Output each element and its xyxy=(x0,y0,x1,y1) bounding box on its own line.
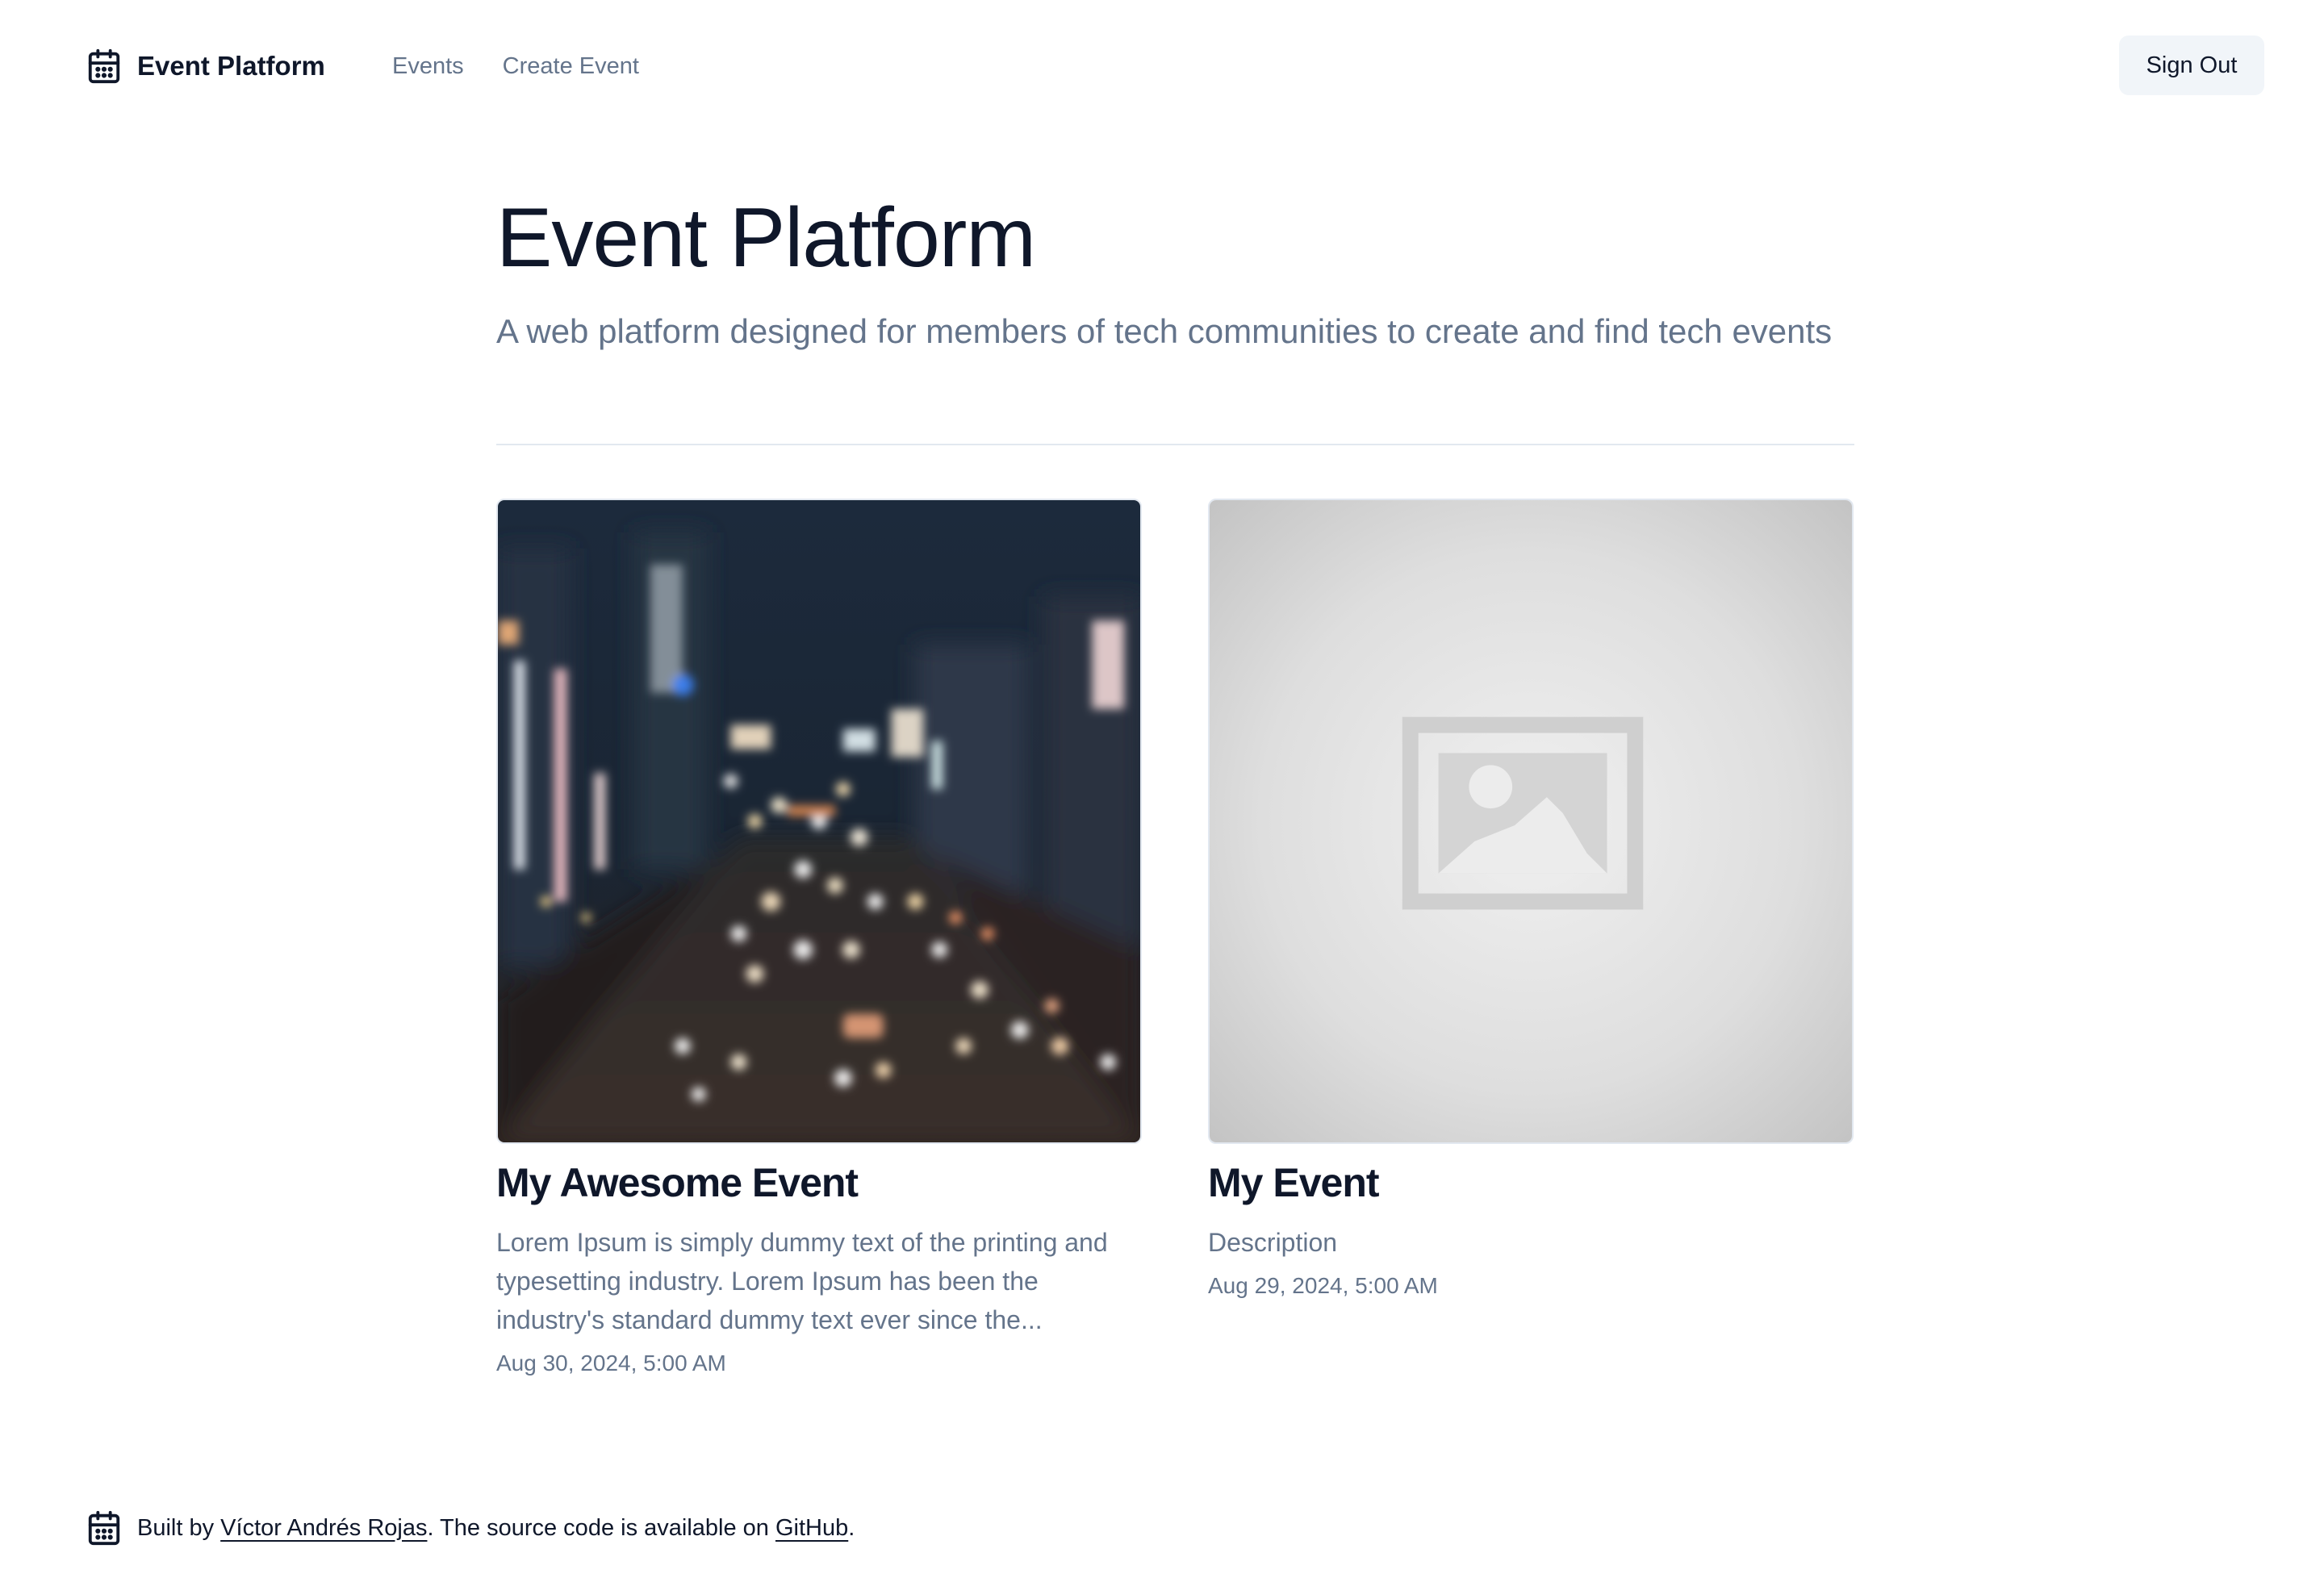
event-description: Lorem Ipsum is simply dummy text of the … xyxy=(496,1228,1108,1334)
page-title: Event Platform xyxy=(496,191,1036,285)
divider xyxy=(496,444,1854,445)
footer-text: Built by Víctor Andrés Rojas. The source… xyxy=(137,1515,855,1542)
brand-name: Event Platform xyxy=(137,51,325,81)
event-title[interactable]: My Awesome Event xyxy=(496,1157,1142,1209)
calendar-icon xyxy=(86,1509,123,1547)
author-link[interactable]: Víctor Andrés Rojas xyxy=(220,1515,427,1541)
event-description: Description xyxy=(1208,1228,1338,1257)
footer-suffix: . xyxy=(848,1514,855,1541)
footer-built-by: Built by xyxy=(137,1514,221,1541)
page-subtitle: A web platform designed for members of t… xyxy=(496,312,1833,350)
event-image[interactable] xyxy=(1208,499,1854,1144)
site-header: Event Platform Events Create Event Sign … xyxy=(0,0,2324,131)
event-date: Aug 30, 2024, 5:00 AM xyxy=(496,1350,726,1376)
brand-link[interactable]: Event Platform xyxy=(86,44,325,89)
footer-source-text: . The source code is available on xyxy=(427,1514,775,1541)
sign-out-button[interactable]: Sign Out xyxy=(2119,35,2264,95)
nav-link-create-event[interactable]: Create Event xyxy=(503,48,639,84)
image-placeholder-icon xyxy=(1210,500,1852,1142)
site-footer: Built by Víctor Andrés Rojas. The source… xyxy=(86,1509,855,1547)
event-title[interactable]: My Event xyxy=(1208,1157,1854,1209)
event-card[interactable]: My Event Description Aug 29, 2024, 5:00 … xyxy=(1208,499,1854,1302)
main-nav: Events Create Event xyxy=(392,48,639,84)
nav-link-events[interactable]: Events xyxy=(392,48,464,84)
calendar-icon xyxy=(86,47,123,86)
main-content: Event Platform A web platform designed f… xyxy=(496,177,1854,1376)
city-night-traffic-photo xyxy=(498,500,1140,1142)
event-date: Aug 29, 2024, 5:00 AM xyxy=(1208,1273,1438,1298)
github-link[interactable]: GitHub xyxy=(775,1515,848,1541)
event-card[interactable]: My Awesome Event Lorem Ipsum is simply d… xyxy=(496,499,1142,1380)
event-image[interactable] xyxy=(496,499,1142,1144)
